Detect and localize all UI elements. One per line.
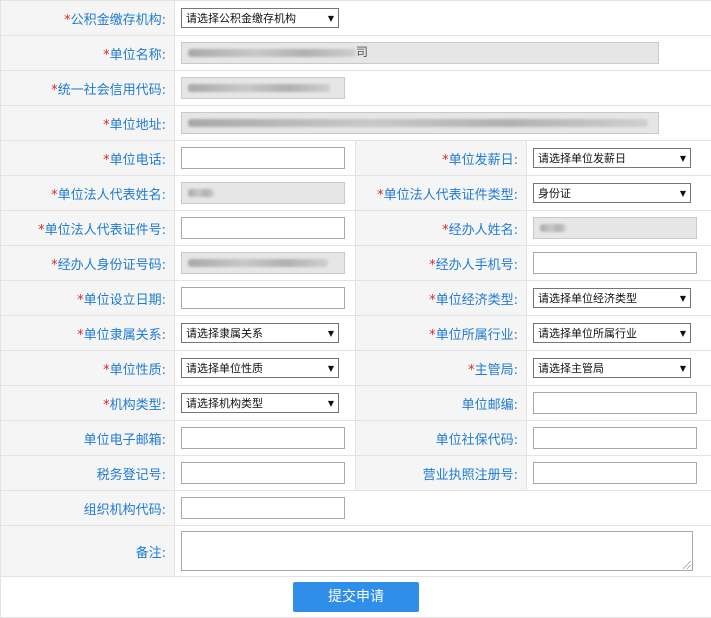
email-input[interactable] <box>181 427 345 449</box>
chevron-down-icon: ▼ <box>679 293 686 303</box>
agent-id-field <box>181 252 345 274</box>
affiliation-select[interactable]: 请选择隶属关系 ▼ <box>181 323 339 343</box>
postcode-label: 单位邮编: <box>355 385 527 421</box>
submit-button[interactable]: 提交申请 <box>293 582 419 612</box>
industry-select[interactable]: 请选择单位所属行业 ▼ <box>533 323 691 343</box>
econ-type-select[interactable]: 请选择单位经济类型 ▼ <box>533 288 691 308</box>
redacted-text <box>188 119 648 127</box>
chevron-down-icon: ▼ <box>327 328 334 338</box>
fund-org-label: *公积金缴存机构: <box>0 0 175 36</box>
agent-id-label: *经办人身份证号码: <box>0 245 175 281</box>
org-type-select[interactable]: 请选择机构类型 ▼ <box>181 393 339 413</box>
legal-id-type-label: *单位法人代表证件类型: <box>355 175 527 211</box>
chevron-down-icon: ▼ <box>679 188 686 198</box>
authority-select[interactable]: 请选择主管局 ▼ <box>533 358 691 378</box>
org-type-label: *机构类型: <box>0 385 175 421</box>
phone-label: *单位电话: <box>0 140 175 176</box>
econ-type-label: *单位经济类型: <box>355 280 527 316</box>
registration-form: *公积金缴存机构: 请选择公积金缴存机构 ▼ *单位名称: 司 *统一社会信用代码… <box>0 0 711 618</box>
redacted-text <box>188 84 330 92</box>
postcode-input[interactable] <box>533 392 697 414</box>
email-label: 单位电子邮箱: <box>0 420 175 456</box>
org-code-label: 组织机构代码: <box>0 490 175 526</box>
agent-name-field <box>533 217 697 239</box>
org-code-input[interactable] <box>181 497 345 519</box>
setup-date-label: *单位设立日期: <box>0 280 175 316</box>
credit-code-field <box>181 77 345 99</box>
affiliation-label: *单位隶属关系: <box>0 315 175 351</box>
remark-label: 备注: <box>0 525 175 577</box>
address-field <box>181 112 659 134</box>
unit-name-label: *单位名称: <box>0 35 175 71</box>
chevron-down-icon: ▼ <box>679 153 686 163</box>
phone-input[interactable] <box>181 147 345 169</box>
chevron-down-icon: ▼ <box>679 328 686 338</box>
redacted-text <box>188 189 214 197</box>
agent-mobile-input[interactable] <box>533 252 697 274</box>
redacted-text <box>540 224 566 232</box>
setup-date-input[interactable] <box>181 287 345 309</box>
license-no-label: 营业执照注册号: <box>355 455 527 491</box>
social-code-input[interactable] <box>533 427 697 449</box>
social-code-label: 单位社保代码: <box>355 420 527 456</box>
legal-id-type-select[interactable]: 身份证 ▼ <box>533 183 691 203</box>
tax-no-label: 税务登记号: <box>0 455 175 491</box>
chevron-down-icon: ▼ <box>327 13 334 23</box>
nature-select[interactable]: 请选择单位性质 ▼ <box>181 358 339 378</box>
legal-id-no-input[interactable] <box>181 217 345 239</box>
legal-name-field <box>181 182 345 204</box>
chevron-down-icon: ▼ <box>327 398 334 408</box>
payday-label: *单位发薪日: <box>355 140 527 176</box>
authority-label: *主管局: <box>355 350 527 386</box>
address-label: *单位地址: <box>0 105 175 141</box>
agent-mobile-label: *经办人手机号: <box>355 245 527 281</box>
credit-code-label: *统一社会信用代码: <box>0 70 175 106</box>
chevron-down-icon: ▼ <box>327 363 334 373</box>
fund-org-select[interactable]: 请选择公积金缴存机构 ▼ <box>181 8 339 28</box>
agent-name-label: *经办人姓名: <box>355 210 527 246</box>
payday-select[interactable]: 请选择单位发薪日 ▼ <box>533 148 691 168</box>
chevron-down-icon: ▼ <box>679 363 686 373</box>
resize-grip-icon[interactable] <box>683 561 691 569</box>
nature-label: *单位性质: <box>0 350 175 386</box>
unit-name-field: 司 <box>181 42 659 64</box>
tax-no-input[interactable] <box>181 462 345 484</box>
redacted-text <box>188 49 356 57</box>
legal-id-no-label: *单位法人代表证件号: <box>0 210 175 246</box>
legal-name-label: *单位法人代表姓名: <box>0 175 175 211</box>
industry-label: *单位所属行业: <box>355 315 527 351</box>
redacted-text <box>188 259 328 267</box>
license-no-input[interactable] <box>533 462 697 484</box>
remark-textarea[interactable] <box>181 531 693 571</box>
